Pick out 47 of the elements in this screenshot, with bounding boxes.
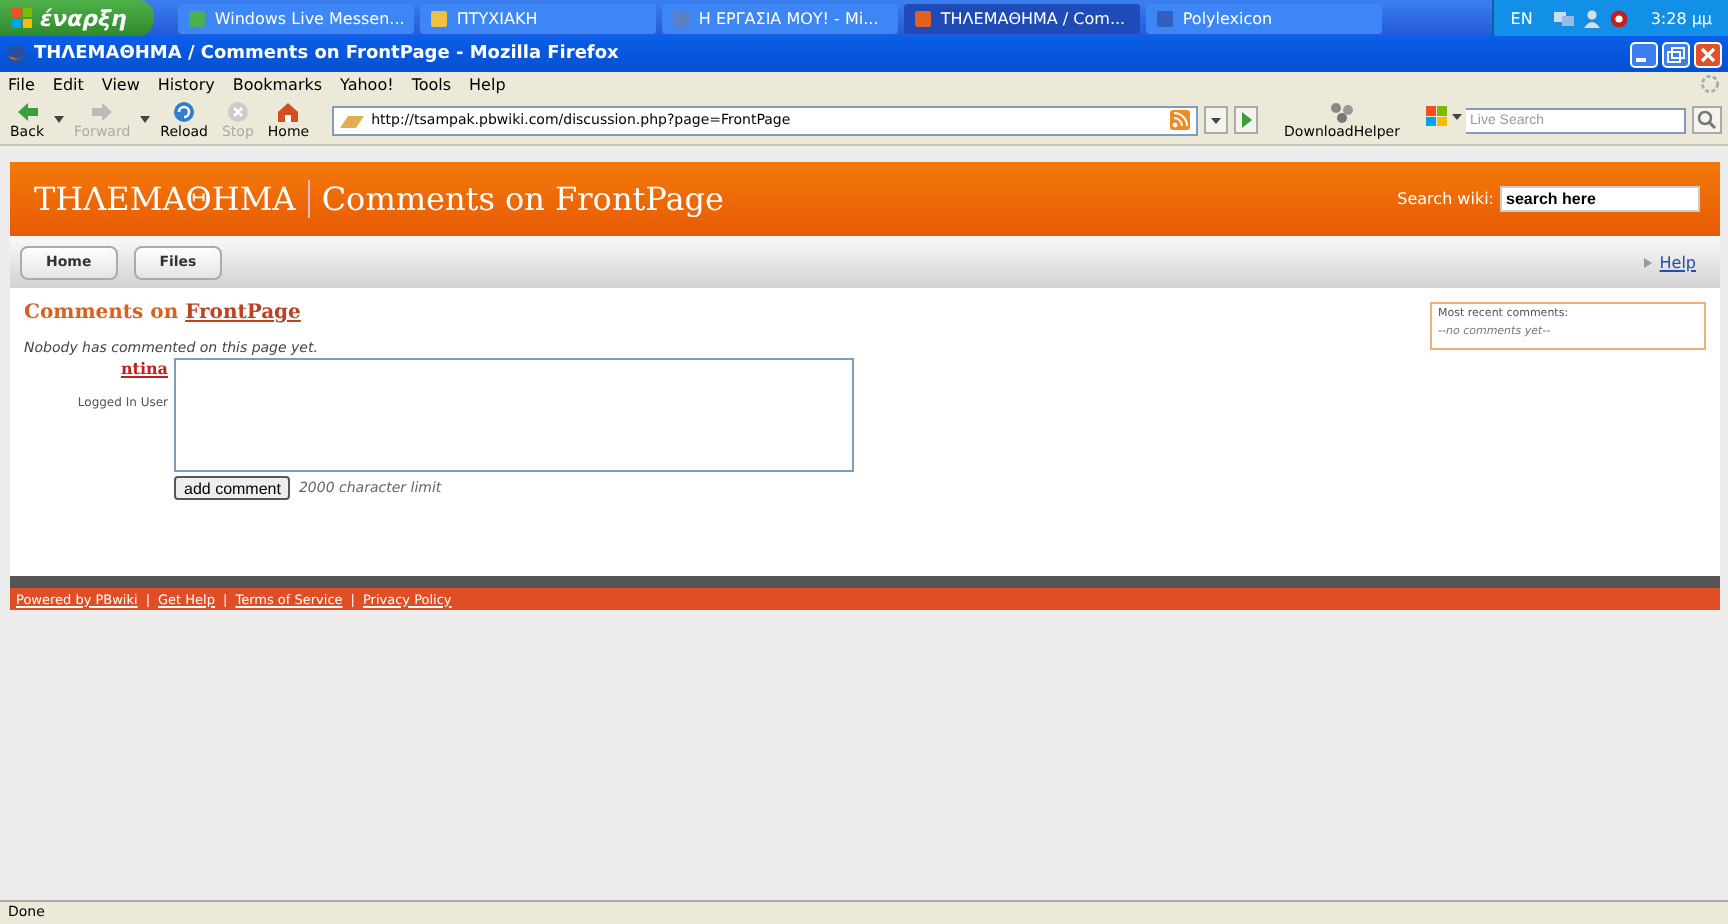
- bullet-arrow-icon: [1643, 257, 1652, 267]
- dropdown-caret-icon[interactable]: [54, 116, 64, 124]
- page-title: Comments on FrontPage: [319, 180, 724, 218]
- app-icon: [672, 9, 691, 27]
- app-icon: [914, 9, 933, 27]
- comments-heading: Comments on: [24, 302, 181, 324]
- dropdown-caret-icon[interactable]: [1204, 106, 1229, 134]
- menu-item[interactable]: File: [8, 75, 35, 93]
- reload-icon: [170, 100, 199, 124]
- user-link[interactable]: ntina: [120, 358, 168, 378]
- browser-icon: [6, 44, 26, 64]
- taskbar-button[interactable]: Polylexicon: [1146, 3, 1383, 33]
- menu-item[interactable]: History: [157, 75, 215, 93]
- molecule-balls-icon: [1328, 100, 1357, 124]
- menu-item[interactable]: Bookmarks: [232, 75, 323, 93]
- search-field[interactable]: search here: [1500, 186, 1700, 212]
- app-icon: [430, 9, 449, 27]
- stop-icon: [223, 100, 252, 124]
- search-icon[interactable]: [1692, 106, 1722, 134]
- window-title: ΤΗΛΕΜΑΘΗΜΑ / Comments on FrontPage - Mozilla Firefox: [34, 44, 619, 64]
- menu-item[interactable]: View: [101, 75, 140, 93]
- start-button[interactable]: έναρξη: [0, 0, 155, 36]
- app-icon: [188, 9, 207, 27]
- restore-icon[interactable]: [1662, 41, 1690, 67]
- taskbar-button[interactable]: ΠΤΥΧΙΑΚΗ: [420, 3, 657, 33]
- taskbar-button[interactable]: ΤΗΛΕΜΑΘΗΜΑ / Com...: [904, 3, 1141, 33]
- forward-arrow-icon: [88, 100, 117, 124]
- menu-item[interactable]: Help: [469, 75, 506, 93]
- dropdown-caret-icon[interactable]: [140, 116, 151, 124]
- minimize-icon[interactable]: [1630, 41, 1658, 67]
- menu-item[interactable]: Edit: [52, 75, 84, 93]
- home-icon: [274, 100, 303, 124]
- clock: 3:28 μμ: [1650, 9, 1712, 27]
- back-arrow-icon: [13, 100, 41, 124]
- menu-item[interactable]: Tools: [411, 75, 452, 93]
- add-comment-button[interactable]: add comment: [174, 476, 291, 500]
- menu-item[interactable]: Yahoo!: [340, 75, 394, 93]
- taskbar-button[interactable]: Windows Live Messen...: [178, 3, 415, 33]
- page-link[interactable]: FrontPage: [185, 302, 301, 324]
- help-link[interactable]: Help: [1659, 253, 1696, 271]
- taskbar-button[interactable]: Η ΕΡΓΑΣΙΑ ΜΟΥ! - Mi...: [662, 3, 899, 33]
- throbber-icon: [1700, 74, 1720, 94]
- comment-field[interactable]: [174, 358, 854, 472]
- windows-logo-icon: [12, 8, 32, 28]
- close-icon[interactable]: [1694, 41, 1722, 67]
- app-icon: [1156, 9, 1175, 27]
- search-label: Search wiki:: [1397, 190, 1494, 208]
